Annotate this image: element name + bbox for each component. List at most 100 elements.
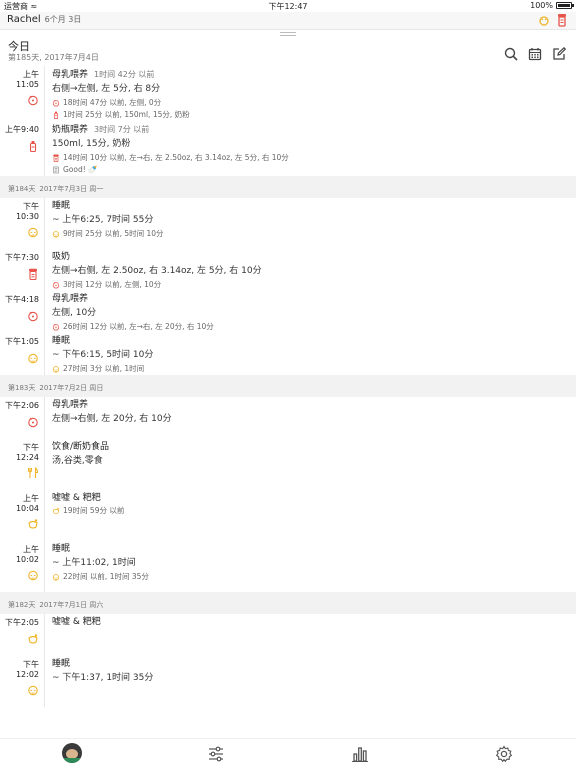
search-icon[interactable] [504, 47, 518, 61]
clock: 下午12:47 [268, 2, 308, 11]
day-182-entries: 下午2:05 嘘嘘 & 粑粑 下午12:02 睡眠 ~ 下午1:37, 1时间 … [0, 614, 576, 707]
entry-note-text: 18时间 47分 以前, 左侧, 0分 [63, 98, 162, 107]
entry-title: 母乳喂养 1时间 42分 以前 [52, 68, 576, 82]
settings-icon[interactable] [495, 745, 513, 763]
entry-time: 上午9:40 [5, 125, 39, 134]
entry-note-text: 1时间 25分 以前, 150ml, 15分, 奶粉 [63, 110, 190, 119]
entry-time-column: 下午10:30 [0, 198, 45, 249]
entry-note: 26时间 12分 以前, 左→右, 左 20分, 右 10分 [52, 321, 576, 333]
timeline-entry[interactable]: 下午2:06 母乳喂养 左侧→右侧, 左 20分, 右 10分 [0, 397, 576, 439]
baby-age: 6个月 3日 [44, 15, 82, 24]
entry-note: 1时间 25分 以前, 150ml, 15分, 奶粉 [52, 109, 576, 121]
entry-note-text: 19时间 59分 以前 [63, 506, 125, 515]
chart-icon[interactable] [351, 745, 369, 763]
entry-time-column: 下午12:24 [0, 439, 45, 490]
entry-time: 下午1:05 [5, 337, 39, 346]
entry-time-column: 上午9:40 [0, 121, 45, 176]
entry-detail: 左侧→右侧, 左 20分, 右 10分 [52, 414, 172, 424]
entry-time: 上午10:04 [15, 494, 39, 513]
entry-detail: 150ml, 15分, 奶粉 [52, 139, 131, 149]
diaper-icon [27, 515, 39, 529]
entry-body: 嘘嘘 & 粑粑 [45, 614, 576, 656]
entry-time-column: 上午10:02 [0, 541, 45, 592]
entry-body: 吸奶 左侧→右侧, 左 2.50oz, 右 3.14oz, 左 5分, 右 10… [45, 249, 576, 291]
entry-body: 嘘嘘 & 粑粑 19时间 59分 以前 [45, 490, 576, 541]
entry-title-text: 嘘嘘 & 粑粑 [52, 617, 101, 627]
entry-body: 睡眠 ~ 下午6:15, 5时间 10分 27时间 3分 以前, 1时间 [45, 333, 576, 375]
bottle-icon [53, 111, 59, 119]
sliders-icon[interactable] [207, 745, 225, 763]
entry-note-text: 14时间 10分 以前, 左→右, 左 2.50oz, 右 3.14oz, 左 … [63, 153, 289, 162]
timeline-entry[interactable]: 下午12:24 饮食/断奶食品 汤,谷类,零食 [0, 439, 576, 490]
pull-handle[interactable] [280, 32, 296, 36]
breastfeed-icon [52, 282, 60, 289]
timeline-entry[interactable]: 下午4:18 母乳喂养 左侧, 10分 26时间 12分 以前, 左→右, 左 … [0, 291, 576, 333]
day-number: 第184天 [8, 185, 36, 193]
entry-detail: 左侧→右侧, 左 2.50oz, 右 3.14oz, 左 5分, 右 10分 [52, 266, 262, 276]
entry-time-column: 上午11:05 [0, 66, 45, 121]
entry-note-text: Good! 🍼 [63, 165, 98, 174]
timeline-entry[interactable]: 上午9:40 奶瓶喂养 3时间 7分 以前 150ml, 15分, 奶粉 14时间… [0, 121, 576, 176]
sleep-icon [52, 231, 60, 238]
entry-note: 9时间 25分 以前, 5时间 10分 [52, 228, 576, 240]
timeline-entry[interactable]: 上午10:02 睡眠 ~ 上午11:02, 1时间 22时间 以前, 1时间 3… [0, 541, 576, 592]
entry-time: 下午2:06 [5, 401, 39, 410]
timeline-entry[interactable]: 上午11:05 母乳喂养 1时间 42分 以前 右侧→左侧, 左 5分, 右 8分… [0, 66, 576, 121]
breastfeed-icon [27, 307, 39, 322]
entry-title: 吸奶 [52, 251, 576, 264]
sleep-icon[interactable] [538, 13, 550, 27]
entry-body: 奶瓶喂养 3时间 7分 以前 150ml, 15分, 奶粉 14时间 10分 以前… [45, 121, 576, 176]
entry-time: 下午12:24 [15, 443, 39, 462]
food-icon [27, 464, 39, 478]
entry-body: 睡眠 ~ 下午1:37, 1时间 35分 [45, 656, 576, 707]
timeline-entry[interactable]: 上午10:04 嘘嘘 & 粑粑 19时间 59分 以前 [0, 490, 576, 541]
timeline-entry[interactable]: 下午12:02 睡眠 ~ 下午1:37, 1时间 35分 [0, 656, 576, 707]
entry-note: 18时间 47分 以前, 左侧, 0分 [52, 97, 576, 109]
entry-time: 下午12:02 [15, 660, 39, 679]
entry-title-text: 睡眠 [52, 659, 71, 669]
entry-title-text: 睡眠 [52, 201, 71, 211]
status-bar: 运营商 ≈ 下午12:47 100% [0, 0, 576, 12]
entry-time: 下午4:18 [5, 295, 39, 304]
entry-title: 睡眠 [52, 543, 576, 556]
entry-time-column: 下午1:05 [0, 333, 45, 375]
entry-detail: ~ 上午6:25, 7时间 55分 [52, 215, 154, 225]
pump-icon[interactable] [556, 13, 568, 27]
avatar[interactable] [62, 743, 82, 763]
entry-ago: 1时间 42分 以前 [94, 70, 155, 79]
bottle-icon [27, 137, 39, 153]
pump-icon [27, 265, 39, 281]
entry-time-column: 下午7:30 [0, 249, 45, 291]
entry-detail: 左侧, 10分 [52, 308, 97, 318]
entry-time: 上午11:05 [15, 70, 39, 89]
page-subtitle: 第185天, 2017年7月4日 [8, 53, 99, 62]
entry-title: 睡眠 [52, 200, 576, 213]
entry-detail: ~ 下午6:15, 5时间 10分 [52, 350, 154, 360]
timeline-entry[interactable]: 下午7:30 吸奶 左侧→右侧, 左 2.50oz, 右 3.14oz, 左 5… [0, 249, 576, 291]
calendar-icon[interactable] [528, 47, 542, 61]
battery-indicator: 100% [530, 1, 574, 10]
entry-time-column: 下午4:18 [0, 291, 45, 333]
timeline-feed[interactable]: 上午11:05 母乳喂养 1时间 42分 以前 右侧→左侧, 左 5分, 右 8分… [0, 66, 576, 738]
entry-time: 下午7:30 [5, 253, 39, 262]
tab-bar [0, 738, 576, 768]
entry-note: 14时间 10分 以前, 左→右, 左 2.50oz, 右 3.14oz, 左 … [52, 152, 576, 164]
day-separator: 第183天 2017年7月2日 周日 [0, 375, 576, 397]
entry-detail: ~ 上午11:02, 1时间 [52, 558, 136, 568]
entry-title-text: 睡眠 [52, 544, 71, 554]
edit-icon[interactable] [552, 47, 566, 61]
diaper-icon [52, 507, 60, 515]
breastfeed-icon [52, 100, 60, 107]
day-separator: 第184天 2017年7月3日 周一 [0, 176, 576, 198]
baby-bar[interactable]: Rachel 6个月 3日 [0, 12, 576, 30]
baby-name: Rachel 6个月 3日 [7, 14, 81, 25]
breastfeed-icon [52, 324, 60, 331]
day-date: 2017年7月3日 周一 [39, 185, 104, 193]
entry-title-text: 吸奶 [52, 252, 71, 262]
entry-note-text: 26时间 12分 以前, 左→右, 左 20分, 右 10分 [63, 322, 214, 331]
timeline-entry[interactable]: 下午2:05 嘘嘘 & 粑粑 [0, 614, 576, 656]
timeline-entry[interactable]: 下午10:30 睡眠 ~ 上午6:25, 7时间 55分 9时间 25分 以前,… [0, 198, 576, 249]
quick-icons [538, 13, 568, 27]
timeline-entry[interactable]: 下午1:05 睡眠 ~ 下午6:15, 5时间 10分 27时间 3分 以前, … [0, 333, 576, 375]
day-number: 第182天 [8, 601, 36, 609]
